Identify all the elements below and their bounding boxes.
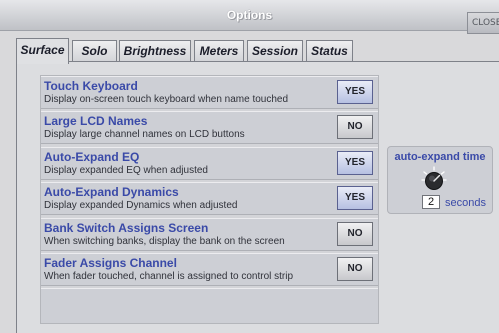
tab-session[interactable]: Session (247, 40, 303, 62)
tab-surface[interactable]: Surface (16, 38, 69, 64)
tab-meters[interactable]: Meters (194, 40, 244, 62)
option-title: Auto-Expand Dynamics (44, 185, 179, 199)
options-list: Touch Keyboard Display on-screen touch k… (40, 75, 379, 324)
tab-status[interactable]: Status (306, 40, 353, 62)
option-title: Bank Switch Assigns Screen (44, 221, 209, 235)
window-title: Options (226, 8, 273, 22)
title-bar: Options CLOSE (0, 0, 499, 34)
option-description: Display large channel names on LCD butto… (44, 129, 245, 140)
option-description: Display expanded Dynamics when adjusted (44, 200, 238, 211)
option-auto-expand-dynamics: Auto-Expand Dynamics Display expanded Dy… (41, 182, 378, 215)
auto-expand-dynamics-toggle[interactable]: YES (337, 186, 373, 210)
option-description: When switching banks, display the bank o… (44, 236, 285, 247)
option-bank-switch-assigns-screen: Bank Switch Assigns Screen When switchin… (41, 218, 378, 251)
close-button[interactable]: CLOSE (467, 12, 499, 34)
option-title: Touch Keyboard (44, 79, 138, 93)
option-title: Auto-Expand EQ (44, 150, 140, 164)
auto-expand-time-label: auto-expand time (394, 151, 486, 163)
large-lcd-names-toggle[interactable]: NO (337, 115, 373, 139)
bank-switch-assigns-screen-toggle[interactable]: NO (337, 222, 373, 246)
tab-brightness[interactable]: Brightness (119, 40, 191, 62)
option-description: Display on-screen touch keyboard when na… (44, 94, 289, 105)
option-description: When fader touched, channel is assigned … (44, 271, 294, 282)
option-auto-expand-eq: Auto-Expand EQ Display expanded EQ when … (41, 147, 378, 180)
option-description: Display expanded EQ when adjusted (44, 165, 208, 176)
option-large-lcd-names: Large LCD Names Display large channel na… (41, 111, 378, 144)
auto-expand-time-group: auto-expand time 2 seconds (387, 146, 493, 214)
auto-expand-time-field[interactable]: 2 (422, 195, 440, 209)
rotary-knob-icon[interactable] (421, 166, 447, 192)
option-title: Large LCD Names (44, 114, 148, 128)
fader-assigns-channel-toggle[interactable]: NO (337, 257, 373, 281)
auto-expand-time-unit: seconds (445, 197, 486, 209)
touch-keyboard-toggle[interactable]: YES (337, 80, 373, 104)
auto-expand-eq-toggle[interactable]: YES (337, 151, 373, 175)
option-title: Fader Assigns Channel (44, 256, 177, 270)
option-fader-assigns-channel: Fader Assigns Channel When fader touched… (41, 253, 378, 286)
empty-row (41, 288, 378, 323)
option-touch-keyboard: Touch Keyboard Display on-screen touch k… (41, 76, 378, 109)
tab-solo[interactable]: Solo (72, 40, 117, 62)
